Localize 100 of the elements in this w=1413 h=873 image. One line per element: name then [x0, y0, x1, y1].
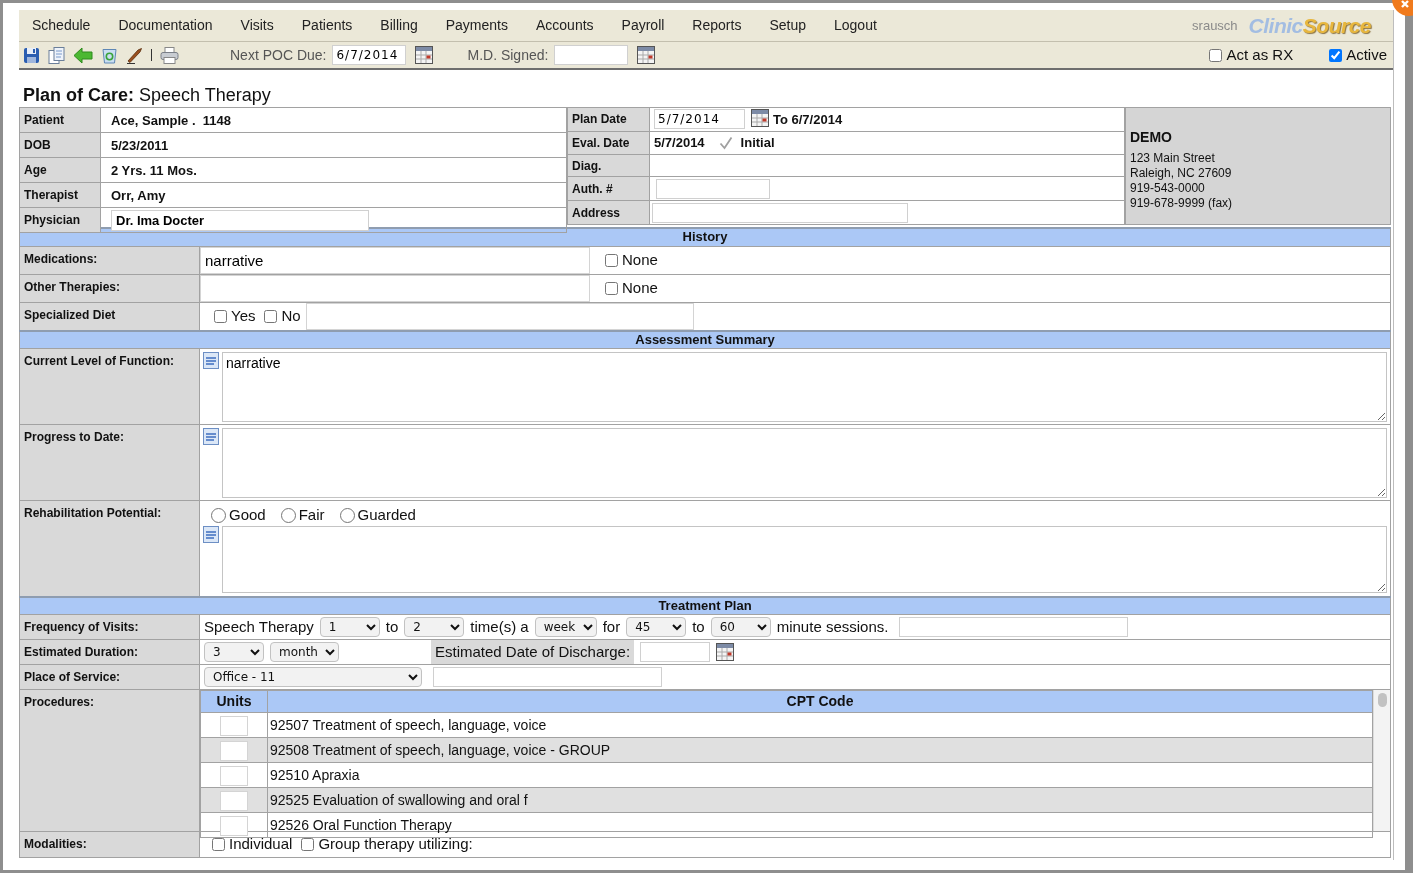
checkbox[interactable]: [214, 309, 227, 323]
dropdown[interactable]: Office - 11: [204, 667, 422, 687]
document-icon[interactable]: [203, 428, 219, 445]
radio-button[interactable]: [339, 507, 355, 523]
radio-button[interactable]: [280, 507, 296, 523]
field-value: 2 Yrs. 11 Mos.: [111, 163, 197, 178]
field-value: Ace, Sample . 1148: [111, 113, 231, 128]
row-label: Current Level of Function:: [19, 348, 200, 425]
text-field[interactable]: [656, 178, 770, 199]
checkbox[interactable]: [1209, 48, 1223, 62]
logo: ClinicSource: [1248, 13, 1371, 38]
text-field[interactable]: narrative: [200, 246, 590, 274]
bin-icon[interactable]: [101, 46, 118, 64]
pen-icon[interactable]: [126, 46, 143, 64]
page-title: Plan of Care: Speech Therapy: [22, 84, 272, 107]
text-field[interactable]: [305, 302, 694, 330]
text-field[interactable]: [899, 617, 1129, 637]
checkbox-label: None: [622, 277, 658, 298]
field-label: Next POC Due:: [230, 45, 327, 65]
checkbox[interactable]: [301, 838, 315, 851]
dropdown[interactable]: 45: [626, 617, 687, 637]
column-header: CPT Code: [267, 690, 1373, 713]
units-field[interactable]: [220, 815, 248, 836]
clinic-name: DEMO: [1130, 128, 1173, 147]
date-field[interactable]: 6/7/2014: [332, 45, 407, 65]
scrollbar-thumb[interactable]: [1377, 693, 1387, 707]
menu-item[interactable]: Logout: [834, 15, 877, 36]
calendar-icon[interactable]: [751, 109, 769, 128]
checkbox-label: None: [622, 249, 658, 270]
menu-item[interactable]: Reports: [692, 15, 742, 36]
menu-item[interactable]: Visits: [240, 15, 274, 36]
text-field[interactable]: Dr. Ima Docter: [111, 210, 369, 231]
close-icon[interactable]: [1392, 0, 1413, 16]
checkbox-label: Initial: [740, 134, 775, 153]
field-label: Physician: [19, 207, 101, 233]
copy-icon[interactable]: [48, 46, 65, 64]
section-header: History: [19, 228, 1391, 246]
scrollbar[interactable]: [1373, 690, 1390, 831]
radio-button[interactable]: [211, 507, 226, 523]
date-field[interactable]: 5/7/2014: [654, 109, 745, 130]
checkbox-label: Act as RX: [1226, 44, 1294, 65]
field-label: Estimated Date of Discharge:: [431, 640, 635, 664]
inline-text: Speech Therapy: [204, 616, 314, 637]
menu-item[interactable]: Billing: [380, 15, 418, 36]
inline-text: time(s) a: [470, 616, 529, 637]
row-label: Modalities:: [19, 831, 200, 858]
text-field[interactable]: [200, 274, 590, 302]
field-label: Auth. #: [567, 176, 650, 201]
menu-item[interactable]: Payroll: [621, 15, 665, 36]
document-icon[interactable]: [203, 526, 219, 543]
dropdown[interactable]: month: [270, 642, 339, 662]
procedure-name: 92525 Evaluation of swallowing and oral f: [270, 791, 528, 808]
address-line: Raleigh, NC 27609: [1130, 166, 1233, 181]
dropdown[interactable]: 1: [319, 617, 380, 637]
narrative-field[interactable]: narrative: [222, 352, 1387, 422]
calendar-icon[interactable]: [637, 46, 656, 64]
field-label: Age: [19, 157, 101, 183]
calendar-icon[interactable]: [716, 643, 735, 661]
menu-item[interactable]: Setup: [769, 15, 806, 36]
date-field[interactable]: [554, 45, 629, 65]
section-header: Assessment Summary: [19, 330, 1391, 349]
row-label: Medications:: [19, 246, 200, 274]
address-line: 919-678-9999 (fax): [1130, 196, 1234, 211]
menu-item[interactable]: Schedule: [32, 15, 91, 36]
narrative-field[interactable]: [222, 428, 1387, 498]
printer-icon[interactable]: [160, 46, 179, 64]
radio-label: Good: [229, 504, 266, 525]
text-field[interactable]: [640, 642, 711, 662]
dropdown[interactable]: 2: [404, 617, 465, 637]
menu-item[interactable]: Payments: [445, 15, 508, 36]
save-icon[interactable]: [23, 46, 40, 64]
menu-item[interactable]: Patients: [301, 15, 353, 36]
units-field[interactable]: [220, 715, 248, 736]
checkbox[interactable]: [264, 309, 278, 323]
menu-item[interactable]: Documentation: [118, 15, 213, 36]
units-field[interactable]: [220, 790, 248, 811]
dropdown[interactable]: 3: [204, 642, 264, 662]
dropdown[interactable]: week: [534, 617, 597, 637]
field-label: Diag.: [567, 154, 650, 177]
calendar-icon[interactable]: [415, 46, 434, 64]
checkbox[interactable]: [1329, 48, 1343, 62]
units-field[interactable]: [220, 765, 248, 786]
dropdown[interactable]: 60: [710, 617, 771, 637]
text-field[interactable]: [652, 202, 908, 223]
checkbox[interactable]: [212, 838, 225, 851]
field-label: Patient: [19, 107, 101, 133]
narrative-field[interactable]: [222, 526, 1387, 593]
document-icon[interactable]: [203, 352, 219, 369]
row-label: Estimated Duration:: [19, 639, 200, 665]
field-label: Plan Date: [567, 107, 650, 132]
field-label: Address: [567, 200, 650, 225]
units-field[interactable]: [220, 740, 248, 761]
text-field[interactable]: [433, 667, 662, 687]
section-header: Treatment Plan: [19, 596, 1391, 615]
inline-text: minute sessions.: [776, 616, 889, 637]
back-arrow-icon[interactable]: [73, 46, 93, 64]
address-line: 123 Main Street: [1130, 151, 1216, 166]
checkbox[interactable]: [605, 253, 618, 267]
menu-item[interactable]: Accounts: [535, 15, 594, 36]
checkbox[interactable]: [605, 281, 618, 295]
